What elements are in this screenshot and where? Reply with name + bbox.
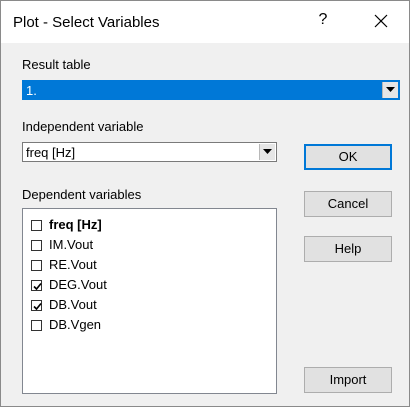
chevron-down-icon[interactable] (259, 144, 275, 160)
independent-variable-value: freq [Hz] (26, 145, 76, 160)
close-icon[interactable] (372, 12, 390, 30)
import-button[interactable]: Import (304, 367, 392, 393)
window-title: Plot - Select Variables (13, 14, 160, 31)
title-bar: Plot - Select Variables ? (1, 1, 409, 43)
cancel-button[interactable]: Cancel (304, 191, 392, 217)
chevron-down-icon[interactable] (382, 82, 398, 98)
dependent-variables-list[interactable]: freq [Hz] IM.Vout RE.Vout DEG.Vout DB.Vo… (22, 208, 277, 394)
list-item-label: freq [Hz] (49, 217, 102, 232)
checkbox[interactable] (31, 320, 42, 331)
list-item-label: RE.Vout (49, 257, 97, 272)
context-help-button[interactable]: ? (313, 11, 333, 29)
result-table-value: 1. (26, 83, 37, 98)
help-button[interactable]: Help (304, 236, 392, 262)
result-table-label: Result table (22, 57, 91, 72)
checkbox[interactable] (31, 240, 42, 251)
checkbox[interactable] (31, 220, 42, 231)
independent-variable-label: Independent variable (22, 119, 144, 134)
checkbox[interactable] (31, 260, 42, 271)
list-item-label: IM.Vout (49, 237, 94, 252)
checkbox[interactable] (31, 280, 42, 291)
ok-button[interactable]: OK (304, 144, 392, 170)
select-variables-dialog: Plot - Select Variables ? Result table 1… (0, 0, 410, 407)
independent-variable-select[interactable]: freq [Hz] (22, 142, 277, 162)
list-item-label: DB.Vgen (49, 317, 102, 332)
list-item-label: DB.Vout (49, 297, 97, 312)
dependent-variables-label: Dependent variables (22, 187, 142, 202)
list-item-label: DEG.Vout (49, 277, 107, 292)
result-table-select[interactable]: 1. (22, 80, 400, 100)
checkbox[interactable] (31, 300, 42, 311)
